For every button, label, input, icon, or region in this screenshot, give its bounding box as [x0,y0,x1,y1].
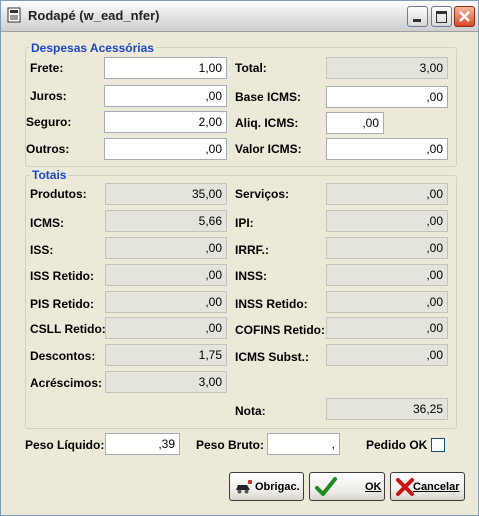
csll-retido-field: ,00 [105,317,227,339]
window-title: Rodapé (w_ead_nfer) [28,8,160,23]
icms-subst-label: ICMS Subst.: [235,350,309,364]
acrescimos-label: Acréscimos: [30,376,103,390]
app-icon [7,7,21,23]
seguro-label: Seguro: [26,115,72,129]
title-bar[interactable]: Rodapé (w_ead_nfer) [1,1,478,32]
icms-field: 5,66 [105,210,227,232]
peso-liquido-field[interactable]: ,39 [105,433,180,455]
aliq-icms-label: Aliq. ICMS: [235,116,299,130]
ipi-field: ,00 [326,210,448,232]
ok-label: OK [365,481,382,493]
outros-field[interactable]: ,00 [104,138,227,160]
inss-field: ,00 [326,264,448,286]
valor-icms-field[interactable]: ,00 [326,138,448,160]
cofins-retido-field: ,00 [326,317,448,339]
servicos-field: ,00 [326,183,448,205]
juros-field[interactable]: ,00 [104,85,227,107]
frete-label: Frete: [30,61,64,75]
base-icms-label: Base ICMS: [235,90,302,104]
iss-retido-field: ,00 [105,264,227,286]
pedido-ok-checkbox[interactable] [431,438,445,452]
pis-retido-label: PIS Retido: [30,297,95,311]
base-icms-field[interactable]: ,00 [326,86,448,108]
valor-icms-label: Valor ICMS: [235,142,302,156]
nota-field: 36,25 [326,398,448,420]
x-icon [396,478,414,496]
close-button[interactable] [454,6,475,27]
peso-bruto-label: Peso Bruto: [196,438,265,452]
peso-bruto-field[interactable]: , [267,433,340,455]
inss-retido-label: INSS Retido: [235,297,308,311]
cancel-button[interactable]: Cancelar [390,472,465,501]
checkmark-icon [315,477,337,496]
nota-label: Nota: [235,404,266,418]
aliq-icms-field[interactable]: ,00 [326,112,384,134]
servicos-label: Serviços: [235,187,290,201]
acrescimos-field: 3,00 [105,371,227,393]
produtos-field: 35,00 [105,183,227,205]
descontos-field: 1,75 [105,344,227,366]
icms-subst-field: ,00 [326,344,448,366]
icms-label: ICMS: [30,216,64,230]
iss-field: ,00 [105,237,227,259]
cofins-retido-label: COFINS Retido: [235,323,325,337]
iss-label: ISS: [30,243,54,257]
ipi-label: IPI: [235,216,254,230]
iss-retido-label: ISS Retido: [30,269,95,283]
despesas-title: Despesas Acessórias [29,41,156,55]
pis-retido-field: ,00 [105,291,227,313]
descontos-label: Descontos: [30,349,96,363]
total-field: 3,00 [326,57,448,79]
produtos-label: Produtos: [30,187,87,201]
ok-button[interactable]: OK [309,472,385,501]
dialog-window: Rodapé (w_ead_nfer) Despesas Acessórias … [0,0,479,516]
juros-label: Juros: [30,89,67,103]
obrigac-button[interactable]: Obrigac. [229,472,304,501]
minimize-button[interactable] [407,6,428,27]
inss-label: INSS: [235,269,268,283]
csll-retido-label: CSLL Retido: [30,322,106,336]
obrigac-label: Obrigac. [255,481,300,493]
pedido-ok-label: Pedido OK [366,438,428,452]
inss-retido-field: ,00 [326,291,448,313]
maximize-button[interactable] [431,6,452,27]
total-label: Total: [235,61,267,75]
car-key-icon [236,480,252,494]
outros-label: Outros: [26,142,70,156]
close-icon [459,11,470,22]
seguro-field[interactable]: 2,00 [104,111,227,133]
irrf-field: ,00 [326,237,448,259]
irrf-label: IRRF.: [235,243,269,257]
peso-liquido-label: Peso Líquido: [25,438,105,452]
frete-field[interactable]: 1,00 [104,57,227,79]
cancel-label: Cancelar [413,481,460,493]
totais-title: Totais [30,168,69,182]
